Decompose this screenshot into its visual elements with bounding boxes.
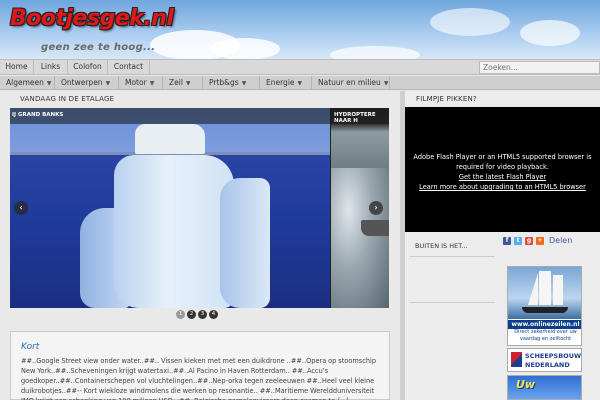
slider-page-3[interactable]: 3: [198, 310, 207, 319]
iceberg-part: [114, 155, 234, 308]
iceberg-top: [135, 124, 205, 154]
cat-label: Zeil: [169, 78, 183, 87]
article-title[interactable]: Kort: [21, 342, 379, 352]
ad-text: Uw: [516, 378, 536, 391]
slider-page-2[interactable]: 2: [187, 310, 196, 319]
article-text: ##..Google Street view onder water..##..…: [21, 357, 377, 400]
sail-shape: [553, 275, 563, 305]
cat-natuur-en-milieu[interactable]: Natuur en milieu ▼: [312, 76, 390, 89]
cat-zeil[interactable]: Zeil ▼: [163, 76, 203, 89]
header-cloud: [430, 8, 510, 36]
ad-subtext: Direct zekerheid over uw: [514, 329, 577, 335]
plus-icon[interactable]: +: [536, 237, 544, 245]
ad-onlinezeilen[interactable]: www.onlinezeilen.nl Direct zekerheid ove…: [507, 266, 582, 346]
weather-title: BUITEN IS HET...: [415, 242, 468, 250]
article-body: ##..Google Street view onder water..##..…: [21, 356, 379, 400]
chevron-down-icon: ▼: [105, 80, 111, 87]
cat-algemeen[interactable]: Algemeen ▼: [0, 76, 55, 89]
iceberg-part: [220, 178, 270, 308]
slide-caption: IJ GRAND BANKS: [12, 112, 64, 118]
chevron-down-icon: ▼: [185, 80, 191, 87]
cat-energie[interactable]: Energie ▼: [260, 76, 312, 89]
weather-widget: BUITEN IS HET...: [405, 236, 495, 400]
top-navigation: Home Links Colofon Contact: [0, 59, 600, 75]
ad-text: SCHEEPSBOUW: [525, 352, 582, 360]
header-cloud: [330, 46, 420, 60]
nav-colofon[interactable]: Colofon: [68, 60, 108, 74]
slide-caption: HYDROPTERE NAAR H: [334, 112, 376, 124]
sail-shape: [539, 271, 551, 305]
cat-prtbgs[interactable]: Prtb&gs ▼: [203, 76, 260, 89]
nav-contact[interactable]: Contact: [108, 60, 150, 74]
slide-boat: [361, 220, 389, 236]
slide-wave: [331, 168, 389, 308]
ship-hull: [522, 307, 568, 313]
video-title: FILMPJE PIKKEN?: [416, 95, 477, 103]
arrow-left-icon[interactable]: ‹: [14, 201, 28, 215]
sail-shape: [528, 273, 538, 305]
search-input[interactable]: [479, 61, 600, 74]
chevron-down-icon: ▼: [297, 80, 303, 87]
header-cloud: [520, 20, 580, 46]
video-message: required for video playback.: [456, 163, 549, 171]
ad-image: [508, 267, 581, 319]
site-tagline: geen zee te hoog...: [41, 42, 156, 53]
section-title: VANDAAG IN DE ETALAGE: [20, 95, 115, 103]
facebook-icon[interactable]: f: [503, 237, 511, 245]
arrow-right-icon[interactable]: ›: [369, 201, 383, 215]
ad-scheepsbouw[interactable]: SCHEEPSBOUW NEDERLAND: [507, 348, 582, 372]
cat-label: Ontwerpen: [61, 78, 103, 87]
divider: [410, 302, 495, 303]
nav-home[interactable]: Home: [0, 60, 34, 74]
divider: [410, 256, 495, 257]
cat-label: Algemeen: [6, 78, 44, 87]
featured-slider[interactable]: IJ GRAND BANKS HYDROPTERE NAAR H ‹ ›: [10, 108, 389, 308]
article-box: Kort ##..Google Street view onder water.…: [10, 331, 390, 400]
header-cloud: [210, 38, 280, 60]
ad-subtext: vaardag en zeiltocht: [519, 336, 572, 342]
googleplus-icon[interactable]: g: [525, 237, 533, 245]
slider-page-4[interactable]: 4: [209, 310, 218, 319]
twitter-icon[interactable]: t: [514, 237, 522, 245]
chevron-down-icon: ▼: [46, 80, 52, 87]
cat-ontwerpen[interactable]: Ontwerpen ▼: [55, 76, 119, 89]
video-player[interactable]: Adobe Flash Player or an HTML5 supported…: [405, 107, 600, 232]
ad-text: www.onlinezeilen.nl: [508, 320, 581, 329]
site-header: Bootjesgek.nl geen zee te hoog...: [0, 0, 600, 60]
html5-upgrade-link[interactable]: Learn more about upgrading to an HTML5 b…: [405, 182, 600, 192]
site-logo[interactable]: Bootjesgek.nl: [10, 6, 174, 31]
ad-text: NEDERLAND: [525, 361, 570, 369]
cat-label: Motor: [125, 78, 147, 87]
chevron-down-icon: ▼: [149, 80, 155, 87]
cat-label: Prtb&gs: [209, 78, 239, 87]
cat-label: Energie: [266, 78, 295, 87]
cat-label: Natuur en milieu: [318, 78, 381, 87]
nav-links[interactable]: Links: [34, 60, 68, 74]
slider-page-1[interactable]: 1: [176, 310, 185, 319]
share-label[interactable]: Delen: [549, 236, 572, 245]
flash-player-link[interactable]: Get the latest Flash Player: [405, 172, 600, 182]
chevron-down-icon: ▼: [383, 80, 389, 87]
cat-motor[interactable]: Motor ▼: [119, 76, 163, 89]
ad-text: Direct zekerheid over uw vaardag en zeilt…: [508, 329, 581, 343]
slide-iceberg[interactable]: [10, 108, 330, 308]
video-message: Adobe Flash Player or an HTML5 supported…: [413, 153, 592, 161]
slide-caption-band: [10, 108, 389, 124]
ad-banner[interactable]: Uw: [507, 375, 582, 400]
category-navigation: Algemeen ▼ Ontwerpen ▼ Motor ▼ Zeil ▼ Prtb&g…: [0, 76, 600, 90]
chevron-down-icon: ▼: [241, 80, 247, 87]
scheepsbouw-logo-icon: [511, 352, 522, 367]
